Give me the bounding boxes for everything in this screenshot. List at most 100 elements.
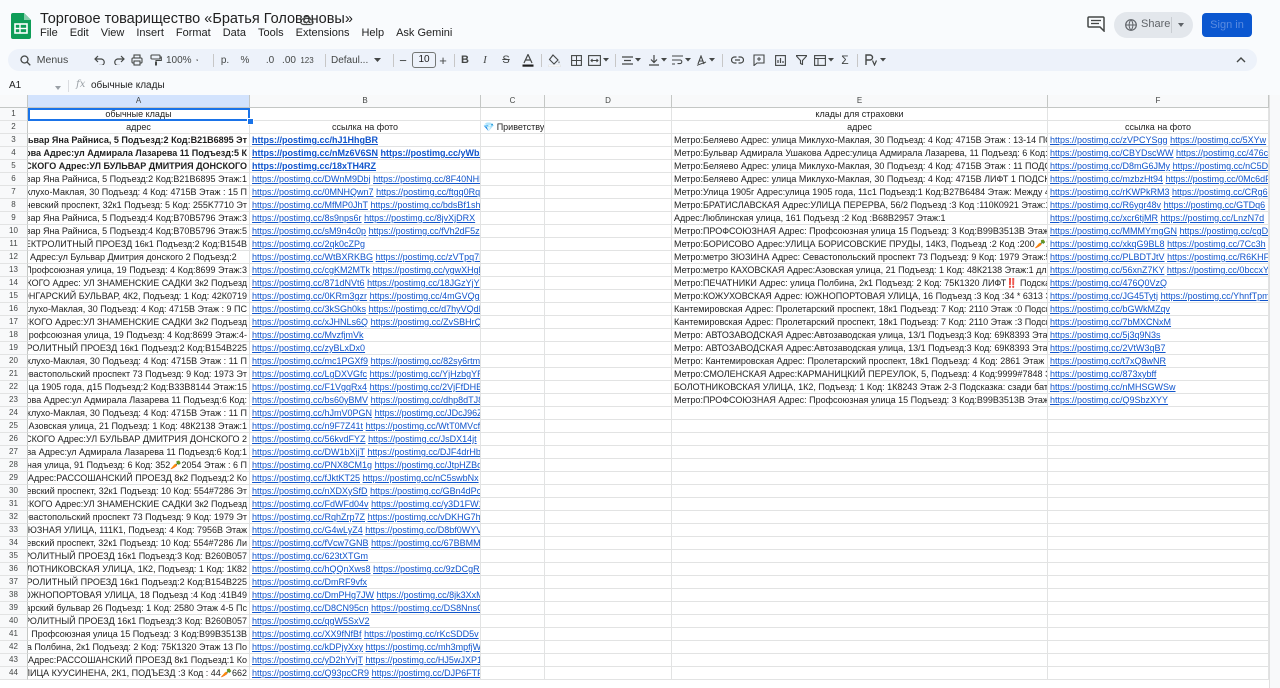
cell-e[interactable] bbox=[672, 537, 1048, 550]
cell-f[interactable] bbox=[1048, 550, 1269, 563]
cell-b[interactable]: https://postimg.cc/hJ1HhgBR bbox=[250, 134, 481, 147]
photo-link[interactable]: https://postimg.cc/fVh2dF5z bbox=[369, 226, 480, 236]
cell-e[interactable] bbox=[672, 511, 1048, 524]
row-header[interactable]: 43 bbox=[0, 654, 28, 667]
cell-b[interactable] bbox=[250, 108, 481, 121]
cell-f[interactable] bbox=[1048, 472, 1269, 485]
cell-d[interactable] bbox=[545, 524, 672, 537]
row-header[interactable]: 28 bbox=[0, 459, 28, 472]
zoom-select[interactable]: 100% bbox=[166, 49, 198, 71]
cell-d[interactable] bbox=[545, 251, 672, 264]
menu-help[interactable]: Help bbox=[355, 26, 390, 44]
text-wrapping-icon[interactable] bbox=[669, 49, 693, 71]
cell-e[interactable]: Метро:ПРОФСОЮЗНАЯ Адрес: Профсоюзная ули… bbox=[672, 394, 1048, 407]
vertical-align-icon[interactable] bbox=[646, 49, 670, 71]
cell-b[interactable]: https://postimg.cc/D8CN95cn https://post… bbox=[250, 602, 481, 615]
photo-link[interactable]: https://postimg.cc/JDcJ96Zq bbox=[375, 408, 480, 418]
cell-b[interactable]: https://postimg.cc/0MNHQwn7 https://post… bbox=[250, 186, 481, 199]
photo-link[interactable]: https://postimg.cc/zVPCYSgg bbox=[1050, 135, 1168, 145]
cell-e[interactable] bbox=[672, 602, 1048, 615]
photo-link[interactable]: https://postimg.cc/DJF4drHb bbox=[367, 447, 480, 457]
cell-d[interactable] bbox=[545, 602, 672, 615]
cell-c[interactable] bbox=[481, 290, 545, 303]
photo-link[interactable]: https://postimg.cc/yWb2Dv bbox=[381, 148, 480, 158]
photo-link[interactable]: https://postimg.cc/R6KHF bbox=[1167, 252, 1268, 262]
cell-e[interactable]: Метро:Беляево Адрес: улица Миклухо-Макла… bbox=[672, 160, 1048, 173]
photo-link[interactable]: https://postimg.cc/Q9SbzXYY bbox=[1050, 395, 1168, 405]
percent-format-button[interactable]: % bbox=[238, 49, 252, 71]
photo-link[interactable]: https://postimg.cc/zyBLxDx0 bbox=[252, 343, 365, 353]
photo-link[interactable]: https://postimg.cc/cgD bbox=[1180, 226, 1268, 236]
photo-link[interactable]: https://postimg.cc/mc1PGXf9 bbox=[252, 356, 368, 366]
photo-link[interactable]: https://postimg.cc/3kSGh0ks bbox=[252, 304, 366, 314]
sign-in-button[interactable]: Sign in bbox=[1202, 13, 1252, 37]
cell-b[interactable]: https://postimg.cc/Q93pcCR9 https://post… bbox=[250, 667, 481, 680]
cell-e[interactable] bbox=[672, 550, 1048, 563]
cell-c[interactable] bbox=[481, 628, 545, 641]
cell-f[interactable] bbox=[1048, 576, 1269, 589]
cell-e[interactable] bbox=[672, 589, 1048, 602]
cell-f[interactable] bbox=[1048, 407, 1269, 420]
cell-a[interactable]: дрес:Азовская улица, 21 Подъезд: 1 Код: … bbox=[28, 420, 250, 433]
cell-d[interactable] bbox=[545, 420, 672, 433]
cell-c[interactable] bbox=[481, 485, 545, 498]
horizontal-align-icon[interactable] bbox=[619, 49, 643, 71]
cell-d[interactable] bbox=[545, 537, 672, 550]
cell-a[interactable]: с: Севастопольский проспект 73 Подъезд: … bbox=[28, 368, 250, 381]
cell-e[interactable]: Метро:БОРИСОВО Адрес:УЛИЦА БОРИСОВСКИЕ П… bbox=[672, 238, 1048, 251]
row-header[interactable]: 20 bbox=[0, 355, 28, 368]
row-header[interactable]: 30 bbox=[0, 485, 28, 498]
cell-b[interactable]: https://postimg.cc/mc1PGXf9 https://post… bbox=[250, 355, 481, 368]
cell-e[interactable]: Адрес:Люблинская улица, 161 Подъезд :2 К… bbox=[672, 212, 1048, 225]
cell-e[interactable]: Метро:Беляево Адрес: улица Миклухо-Макла… bbox=[672, 134, 1048, 147]
collapse-toolbar-icon[interactable] bbox=[1230, 49, 1252, 71]
cell-f[interactable]: https://postimg.cc/xcr6tjMR https://post… bbox=[1048, 212, 1269, 225]
row-header[interactable]: 41 bbox=[0, 628, 28, 641]
cell-f[interactable] bbox=[1048, 628, 1269, 641]
strikethrough-icon[interactable]: S bbox=[495, 49, 517, 71]
row-header[interactable]: 40 bbox=[0, 615, 28, 628]
cell-f[interactable]: https://postimg.cc/7bMXCNxM bbox=[1048, 316, 1269, 329]
photo-link[interactable]: https://postimg.cc/0Mc6dF bbox=[1166, 174, 1268, 184]
photo-link[interactable]: https://postimg.cc/mzbzHt94 bbox=[1050, 174, 1163, 184]
photo-link[interactable]: https://postimg.cc/476Q0VzQ bbox=[1050, 278, 1167, 288]
cell-a[interactable]: ДОНСКОГО Адрес:УЛ БУЛЬВАР ДМИТРИЯ ДОНСКО… bbox=[28, 433, 250, 446]
cell-f[interactable]: https://postimg.cc/JG45Tytj https://post… bbox=[1048, 290, 1269, 303]
cell-e[interactable] bbox=[672, 524, 1048, 537]
photo-link[interactable]: https://postimg.cc/871dNVt6 bbox=[252, 278, 365, 288]
cell-a[interactable]: обычные клады bbox=[28, 108, 250, 121]
row-header[interactable]: 13 bbox=[0, 264, 28, 277]
row-header[interactable]: 2 bbox=[0, 121, 28, 134]
photo-link[interactable]: https://postimg.cc/RqhZrp7Z bbox=[252, 512, 365, 522]
photo-link[interactable]: https://postimg.cc/JG45Tytj bbox=[1050, 291, 1158, 301]
currency-format-button[interactable]: р. bbox=[218, 49, 232, 71]
cell-d[interactable] bbox=[545, 199, 672, 212]
cell-f[interactable]: https://postimg.cc/xkqG9BL8 https://post… bbox=[1048, 238, 1269, 251]
cell-f[interactable] bbox=[1048, 485, 1269, 498]
cell-b[interactable]: https://postimg.cc/n9F7Z41t https://post… bbox=[250, 420, 481, 433]
more-formats-button[interactable]: 123 bbox=[298, 49, 316, 71]
photo-link[interactable]: https://postimg.cc/0KRm3gzr bbox=[252, 291, 367, 301]
cell-b[interactable]: https://postimg.cc/RqhZrp7Z https://post… bbox=[250, 511, 481, 524]
photo-link[interactable]: https://postimg.cc/5j3q9N3s bbox=[1050, 330, 1161, 340]
cell-c[interactable] bbox=[481, 498, 545, 511]
cell-f[interactable]: https://postimg.cc/CBYDscWW https://post… bbox=[1048, 147, 1269, 160]
cell-e[interactable] bbox=[672, 615, 1048, 628]
photo-link[interactable]: https://postimg.cc/F1VgqRx4 bbox=[252, 382, 367, 392]
cell-f[interactable] bbox=[1048, 563, 1269, 576]
cell-a[interactable]: Миклухо-Маклая, 30 Подъезд: 4 Код: 4715В… bbox=[28, 303, 250, 316]
photo-link[interactable]: https://postimg.cc/sM9n4c0p bbox=[252, 226, 366, 236]
cell-f[interactable]: https://postimg.cc/MMMYmgGN https://post… bbox=[1048, 225, 1269, 238]
menu-edit[interactable]: Edit bbox=[64, 26, 95, 44]
photo-link[interactable]: https://postimg.cc/DW1bXjjT bbox=[252, 447, 365, 457]
photo-link[interactable]: https://postimg.cc/nC5swbNx bbox=[363, 473, 479, 483]
photo-link[interactable]: https://postimg.cc/kDPjyXxy bbox=[252, 642, 363, 652]
cell-a[interactable]: ЕКТРОЛИТНЫЙ ПРОЕЗД 16к1 Подъезд:3 Код: B… bbox=[28, 550, 250, 563]
cell-a[interactable]: с: Профсоюзная улица, 19 Подъезд: 4 Код:… bbox=[28, 329, 250, 342]
cell-d[interactable] bbox=[545, 615, 672, 628]
input-tools-icon[interactable] bbox=[861, 49, 889, 71]
cell-c[interactable] bbox=[481, 381, 545, 394]
menu-tools[interactable]: Tools bbox=[252, 26, 290, 44]
photo-link[interactable]: https://postimg.cc/DJP6FTFC bbox=[372, 668, 480, 678]
cell-c[interactable] bbox=[481, 615, 545, 628]
